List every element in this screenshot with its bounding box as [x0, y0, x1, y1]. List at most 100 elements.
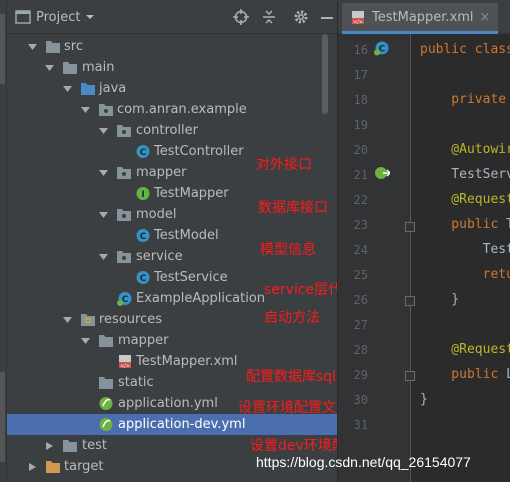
chevron-down-icon[interactable] [28, 43, 37, 51]
code-line: @Autowir [420, 142, 510, 158]
spring-yml-icon [99, 418, 113, 431]
code-view[interactable]: public class private @Autowir TestServ @… [412, 34, 510, 482]
chevron-down-icon[interactable] [81, 337, 90, 345]
package-icon [117, 125, 131, 137]
code-line: @Request [420, 342, 510, 358]
folder-icon [46, 41, 60, 53]
tree-item-package-root[interactable]: com.anran.example [7, 99, 337, 120]
tree-item-main[interactable]: main [7, 57, 337, 78]
folder-icon [63, 62, 77, 74]
folder-icon [63, 440, 77, 452]
tree-item-label: com.anran.example [117, 102, 247, 117]
chevron-down-icon[interactable] [99, 169, 108, 177]
tree-item-label: test [82, 438, 107, 453]
tab-testmapper-xml[interactable]: </> TestMapper.xml × [342, 3, 499, 34]
line-number: 18 [353, 93, 368, 107]
annotation-model: 模型信息 [260, 242, 316, 258]
tree-item-application-dev-yml[interactable]: application-dev.yml [7, 414, 337, 435]
tree-item-label: model [136, 207, 177, 222]
code-token: } [420, 292, 460, 307]
tree-item-java[interactable]: java [7, 78, 337, 99]
package-icon [117, 167, 131, 179]
line-number: 19 [353, 118, 368, 132]
tab-label: TestMapper.xml [372, 9, 474, 25]
folder-icon [99, 377, 113, 389]
code-token: private [420, 92, 507, 107]
tree-item-label: static [118, 375, 154, 390]
code-line: public T [420, 217, 510, 233]
chevron-right-icon[interactable] [28, 463, 37, 471]
resources-folder-icon [81, 314, 95, 326]
chevron-down-icon[interactable] [45, 64, 54, 72]
tree-item-label: TestMapper.xml [136, 354, 238, 369]
line-number: 27 [353, 318, 368, 332]
project-icon [15, 10, 31, 24]
package-icon [117, 209, 131, 221]
code-line: } [420, 392, 428, 408]
tree-item-label: TestMapper [154, 186, 229, 201]
tree-item-label: resources [99, 312, 163, 327]
code-token: T [506, 217, 510, 232]
tree-item-label: ExampleApplication [136, 291, 266, 306]
chevron-down-icon[interactable] [63, 85, 72, 93]
folder-icon [99, 335, 113, 347]
code-token: Test [420, 242, 510, 257]
editor-tab-bar: </> TestMapper.xml × [338, 0, 510, 34]
project-view-selector[interactable]: Project [15, 8, 95, 26]
hide-icon[interactable] [319, 9, 335, 25]
svg-text:</>: </> [353, 19, 363, 25]
code-line: public class [420, 42, 510, 58]
code-token: public [420, 217, 507, 232]
project-panel-header: Project [7, 0, 337, 34]
chevron-down-icon[interactable] [99, 127, 108, 135]
line-number: 28 [353, 343, 368, 357]
chevron-down-icon[interactable] [63, 316, 72, 324]
line-number: 22 [353, 193, 368, 207]
tree-item-controller[interactable]: controller [7, 120, 337, 141]
tree-item-label: controller [136, 123, 199, 138]
tree-item-label: src [64, 39, 83, 54]
interface-icon: I [136, 187, 150, 200]
tree-item-label: mapper [118, 333, 169, 348]
excluded-folder-icon [46, 461, 60, 473]
navigate-bean-icon[interactable] [374, 165, 390, 181]
gear-icon[interactable] [293, 9, 309, 25]
line-number: 20 [353, 143, 368, 157]
tree-item-label: main [82, 60, 115, 75]
close-icon[interactable]: × [480, 10, 491, 25]
annotation-mapper: 数据库接口 [258, 200, 328, 216]
chevron-down-icon[interactable] [81, 106, 90, 114]
annotation-application: 启动方法 [264, 310, 320, 326]
code-line: private [420, 92, 506, 108]
tree-item-src[interactable]: src [7, 36, 337, 57]
code-token: TestServ [420, 167, 510, 182]
code-token: @Request [420, 342, 510, 357]
locate-icon[interactable] [233, 9, 249, 25]
code-token: public class [420, 42, 510, 57]
code-line: TestServ [420, 167, 510, 183]
svg-text:C: C [140, 232, 147, 242]
tree-item-label: target [64, 459, 104, 474]
annotation-application-yml: 设置环境配置文件 [238, 400, 350, 416]
code-token: public [420, 367, 507, 382]
chevron-down-icon[interactable] [99, 253, 108, 261]
tree-item-label: service [136, 249, 183, 264]
svg-text:</>: </> [120, 364, 130, 370]
tree-item-mapper-folder[interactable]: mapper [7, 330, 337, 351]
collapse-icon[interactable] [261, 9, 277, 25]
line-number: 21 [353, 168, 368, 182]
package-icon [117, 251, 131, 263]
code-line: @Request [420, 192, 510, 208]
spring-bean-icon[interactable]: C [374, 40, 390, 56]
tree-scrollbar[interactable] [322, 34, 328, 114]
chevron-right-icon[interactable] [45, 442, 54, 450]
line-number: 23 [353, 218, 368, 232]
chevron-down-icon[interactable] [99, 211, 108, 219]
editor-gutter: 16 17 18 19 20 21 22 23 24 25 26 27 28 2… [338, 34, 415, 482]
spring-class-icon: C [117, 292, 132, 306]
chevron-down-icon[interactable] [85, 13, 95, 21]
svg-text:I: I [141, 190, 144, 200]
line-number: 30 [353, 393, 368, 407]
line-number: 24 [353, 243, 368, 257]
tree-item-label: java [99, 81, 127, 96]
